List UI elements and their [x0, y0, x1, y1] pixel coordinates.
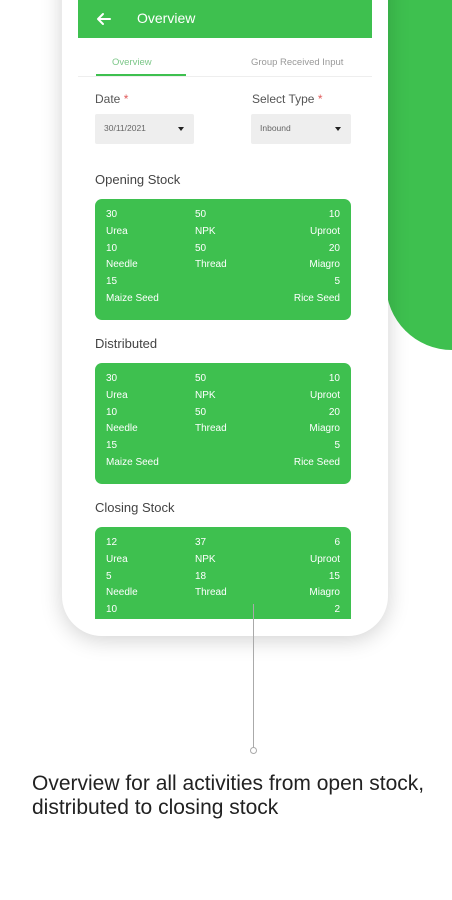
type-select[interactable]: Inbound: [251, 114, 351, 144]
cell: 30: [106, 209, 118, 220]
distributed-row: Urea NPK Uproot: [95, 390, 351, 404]
cell: 15: [328, 571, 340, 582]
chevron-down-icon: [178, 127, 184, 131]
closing-row: Urea NPK Uproot: [95, 554, 351, 568]
cell: Needle: [106, 423, 138, 434]
cell: 5: [106, 571, 112, 582]
cell: Miagro: [309, 587, 340, 598]
cell: Miagro: [309, 259, 340, 270]
distributed-row: 10 50 20: [95, 407, 351, 421]
opening-row: 10 50 20: [95, 243, 351, 257]
callout-dot: [250, 747, 257, 754]
select-type-label-text: Select Type: [252, 92, 315, 106]
app-bar: Overview: [78, 0, 372, 38]
chevron-down-icon: [335, 127, 341, 131]
date-value: 30/11/2021: [104, 123, 146, 133]
tab-divider: [78, 76, 372, 77]
date-select[interactable]: 30/11/2021: [95, 114, 194, 144]
opening-row: 30 50 10: [95, 209, 351, 223]
cell: Maize Seed: [106, 293, 159, 304]
cell: NPK: [195, 390, 216, 401]
date-label-text: Date: [95, 92, 121, 106]
cell: 15: [106, 276, 118, 287]
date-label: Date *: [95, 92, 128, 106]
opening-row: Urea NPK Uproot: [95, 226, 351, 240]
cell: Miagro: [309, 423, 340, 434]
closing-row: 10 2: [95, 604, 351, 618]
tab-overview[interactable]: Overview: [112, 57, 152, 68]
closing-stock-title: Closing Stock: [95, 500, 175, 515]
cell: 20: [328, 407, 340, 418]
cell: Thread: [195, 423, 227, 434]
closing-row: 12 37 6: [95, 537, 351, 551]
distributed-row: Needle Thread Miagro: [95, 423, 351, 437]
closing-stock-card: 12 37 6 Urea NPK Uproot 5 18 15 Needle T…: [95, 527, 351, 619]
cell: 18: [195, 571, 207, 582]
cell: 10: [106, 604, 118, 615]
closing-row: 5 18 15: [95, 571, 351, 585]
type-value: Inbound: [260, 123, 291, 133]
page-title: Overview: [137, 10, 196, 26]
cell: 50: [195, 243, 207, 254]
active-tab-indicator: [96, 74, 186, 76]
cell: Uproot: [309, 390, 340, 401]
cell: 37: [195, 537, 207, 548]
cell: 30: [106, 373, 118, 384]
cell: Thread: [195, 259, 227, 270]
opening-row: Needle Thread Miagro: [95, 259, 351, 273]
closing-row: Needle Thread Miagro: [95, 587, 351, 601]
cell: 50: [195, 209, 207, 220]
phone-frame: Overview Overview Group Received Input D…: [62, 0, 388, 636]
distributed-row: Maize Seed Rice Seed: [95, 457, 351, 471]
distributed-row: 30 50 10: [95, 373, 351, 387]
cell: 5: [334, 440, 340, 451]
cell: 20: [328, 243, 340, 254]
callout-line: [253, 604, 254, 748]
distributed-title: Distributed: [95, 336, 158, 351]
opening-stock-card: 30 50 10 Urea NPK Uproot 10 50 20 Needle…: [95, 199, 351, 320]
tab-bar: Overview Group Received Input: [78, 57, 372, 77]
distributed-card: 30 50 10 Urea NPK Uproot 10 50 20 Needle…: [95, 363, 351, 484]
cell: 2: [334, 604, 340, 615]
cell: 50: [195, 373, 207, 384]
cell: Rice Seed: [293, 293, 340, 304]
distributed-row: 15 5: [95, 440, 351, 454]
cell: Thread: [195, 587, 227, 598]
cell: 10: [106, 243, 118, 254]
cell: NPK: [195, 554, 216, 565]
cell: 15: [106, 440, 118, 451]
opening-stock-title: Opening Stock: [95, 172, 181, 187]
date-required-mark: *: [123, 92, 129, 106]
cell: 6: [334, 537, 340, 548]
cell: Urea: [106, 226, 128, 237]
opening-row: 15 5: [95, 276, 351, 290]
cell: Needle: [106, 587, 138, 598]
caption-text: Overview for all activities from open st…: [32, 772, 425, 819]
cell: 12: [106, 537, 118, 548]
arrow-left-icon[interactable]: [94, 9, 114, 29]
cell: NPK: [195, 226, 216, 237]
cell: 5: [334, 276, 340, 287]
cell: Urea: [106, 554, 128, 565]
decorative-green-shape: [386, 0, 452, 350]
tab-group-received-input[interactable]: Group Received Input: [251, 57, 343, 68]
cell: Urea: [106, 390, 128, 401]
cell: 10: [328, 373, 340, 384]
cell: Uproot: [309, 226, 340, 237]
cell: 10: [328, 209, 340, 220]
cell: Maize Seed: [106, 457, 159, 468]
select-type-required-mark: *: [317, 92, 323, 106]
opening-row: Maize Seed Rice Seed: [95, 293, 351, 307]
cell: Rice Seed: [293, 457, 340, 468]
cell: Uproot: [309, 554, 340, 565]
cell: Needle: [106, 259, 138, 270]
cell: 50: [195, 407, 207, 418]
cell: 10: [106, 407, 118, 418]
select-type-label: Select Type *: [252, 92, 323, 106]
